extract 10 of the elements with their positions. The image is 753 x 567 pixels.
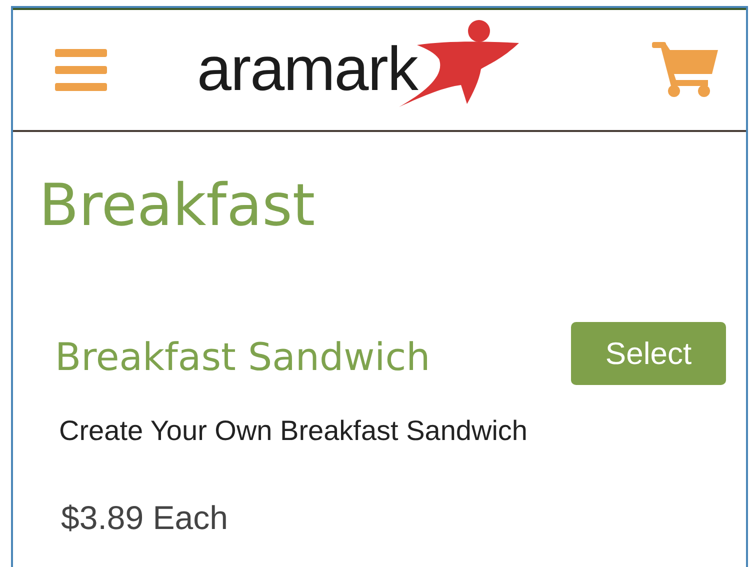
select-button[interactable]: Select	[571, 322, 726, 385]
page-title: Breakfast	[39, 176, 316, 234]
menu-button[interactable]	[55, 47, 107, 93]
cart-button[interactable]	[652, 42, 718, 98]
item-title: Breakfast Sandwich	[55, 334, 430, 378]
item-description: Create Your Own Breakfast Sandwich	[59, 415, 528, 447]
logo-text: aramark	[197, 39, 418, 101]
item-price: $3.89 Each	[61, 499, 229, 537]
cart-icon	[652, 42, 718, 98]
menu-icon	[55, 47, 107, 93]
